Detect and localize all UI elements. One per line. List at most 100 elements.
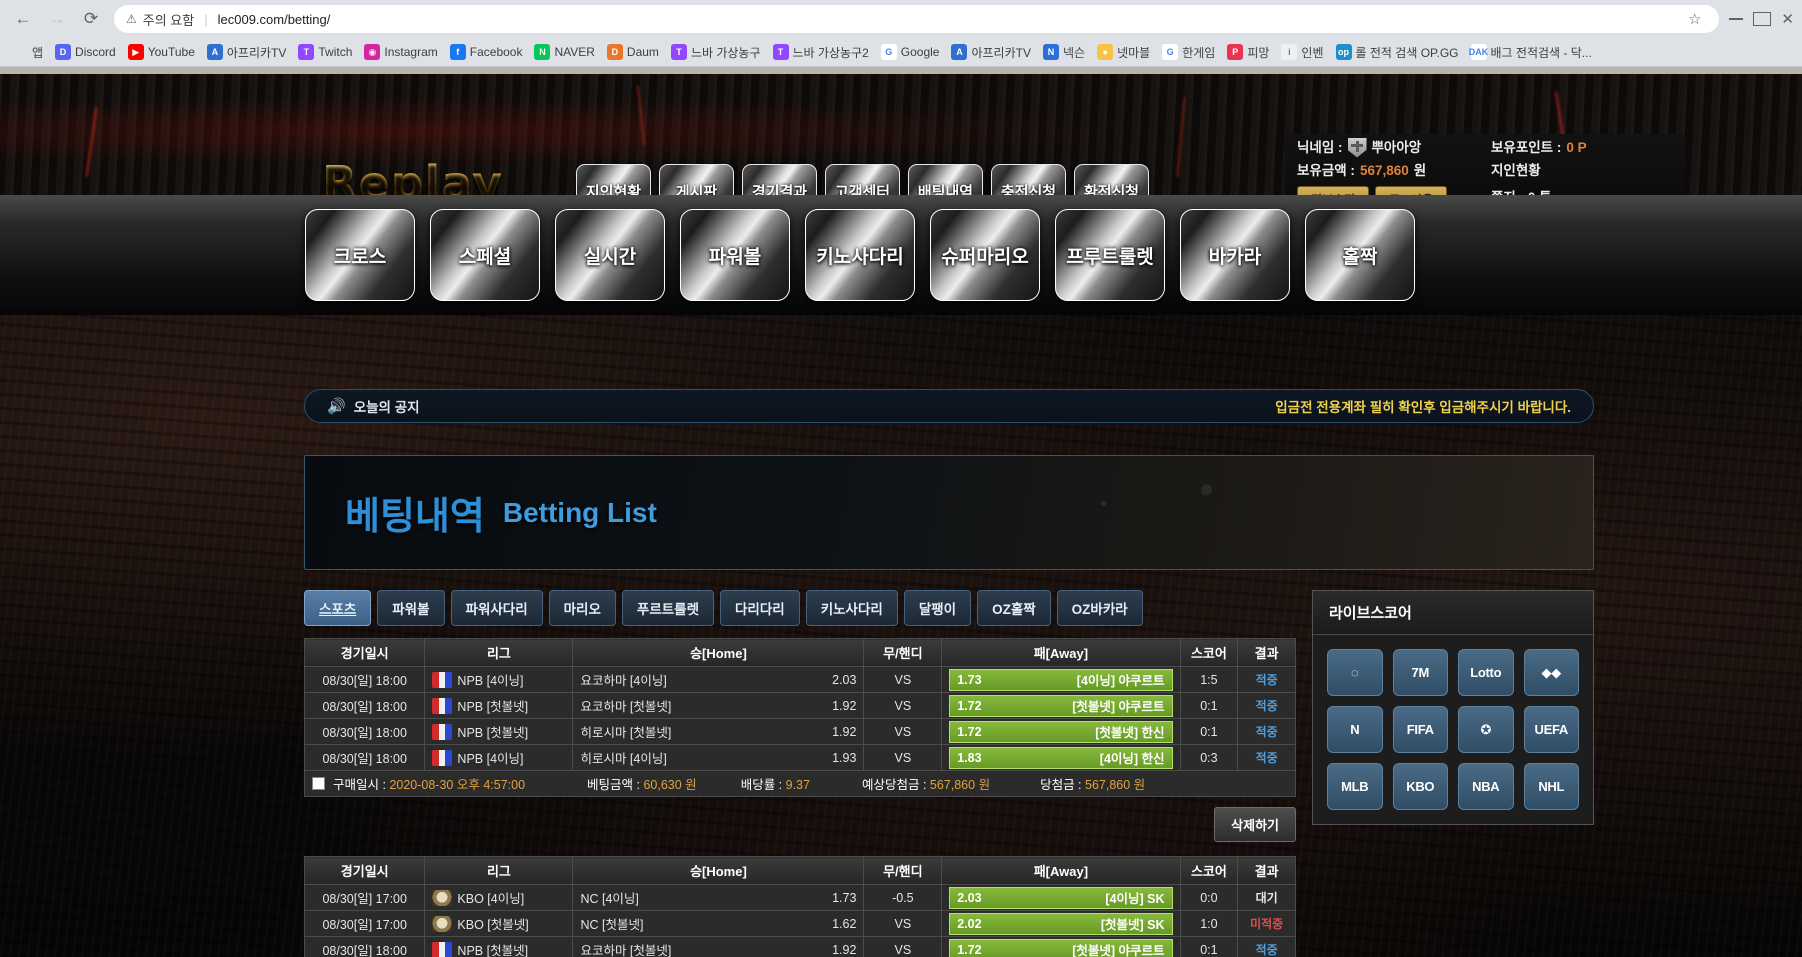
tab-8[interactable]: OZ홀짝 [977, 590, 1051, 626]
address-bar[interactable]: ⚠ 주의 요함 | lec009.com/betting/ ☆ [114, 5, 1720, 33]
cell-away[interactable]: 1.72 [첫볼넷] 한신 [941, 718, 1181, 745]
livescore-panel: 라이브스코어 ◌ 7M Lotto ◆◆ N FIFA ✪ UEFA MLB KBO NBA NHL [1312, 590, 1594, 825]
uefa-icon[interactable]: UEFA [1523, 706, 1579, 753]
bookmark-item[interactable]: N 넥슨 [1037, 40, 1091, 64]
table-row[interactable]: 08/30[일] 18:00 NPB [4이닝] 히로시마 [4이닝] 1.93 VS 1… [303, 744, 1296, 771]
tab-3[interactable]: 마리오 [548, 590, 616, 626]
bookmark-item[interactable]: 앱 [6, 40, 49, 64]
cell-home[interactable]: NC [4이닝] 1.73 [572, 884, 865, 911]
away-selection[interactable]: 1.73 [4이닝] 야쿠르트 [949, 668, 1173, 691]
game-menu-item-0[interactable]: 크로스 [305, 209, 415, 301]
mlb-icon[interactable]: MLB [1327, 763, 1383, 810]
cell-home[interactable]: 요코하마 [첫볼넷] 1.92 [572, 936, 865, 957]
game-menu-item-6[interactable]: 프루트룰렛 [1055, 209, 1165, 301]
game-menu-item-3[interactable]: 파워볼 [680, 209, 790, 301]
table-row[interactable]: 08/30[일] 18:00 NPB [첫볼넷] 히로시마 [첫볼넷] 1.92 VS 1… [303, 718, 1296, 745]
bookmark-label: 아프리카TV [971, 45, 1031, 60]
naver-icon[interactable]: N [1327, 706, 1383, 753]
game-menu-item-7[interactable]: 바카라 [1180, 209, 1290, 301]
away-selection[interactable]: 2.02 [첫볼넷] SK [949, 912, 1173, 935]
tab-1[interactable]: 파워볼 [377, 590, 445, 626]
tab-7[interactable]: 달팽이 [903, 590, 972, 626]
home-odds: 1.92 [832, 942, 857, 957]
maximize-icon[interactable] [1753, 12, 1772, 26]
game-menu-item-4[interactable]: 키노사다리 [805, 209, 915, 301]
cell-home[interactable]: 요코하마 [4이닝] 2.03 [572, 666, 865, 693]
cell-away[interactable]: 1.73 [4이닝] 야쿠르트 [941, 666, 1181, 693]
cell-home[interactable]: NC [첫볼넷] 1.62 [572, 910, 865, 937]
bookmark-favicon-icon: G [880, 44, 897, 60]
cell-away[interactable]: 1.72 [첫볼넷] 야쿠르트 [941, 692, 1181, 719]
away-selection[interactable]: 2.03 [4이닝] SK [949, 886, 1173, 909]
7m-icon[interactable]: 7M [1392, 649, 1448, 696]
bookmark-item[interactable]: f Facebook [444, 40, 529, 64]
table-row[interactable]: 08/30[일] 18:00 NPB [4이닝] 요코하마 [4이닝] 2.03 VS 1… [303, 666, 1296, 693]
tab-9[interactable]: OZ바카라 [1056, 590, 1143, 626]
cell-result: 적중 [1237, 666, 1296, 693]
nba-icon[interactable]: NBA [1458, 763, 1514, 810]
game-menu-item-8[interactable]: 홀짝 [1305, 209, 1415, 301]
livescore-icon[interactable]: ◌ [1327, 649, 1383, 696]
diamond-icon[interactable]: ◆◆ [1523, 649, 1579, 696]
table-row[interactable]: 08/30[일] 17:00 KBO [첫볼넷] NC [첫볼넷] 1.62 VS 2.0… [303, 910, 1296, 937]
tab-5[interactable]: 다리다리 [720, 590, 800, 626]
minimize-icon[interactable] [1729, 18, 1744, 20]
cell-away[interactable]: 1.72 [첫볼넷] 야쿠르트 [941, 936, 1181, 957]
cell-home[interactable]: 히로시마 [첫볼넷] 1.92 [572, 718, 865, 745]
notice-bar[interactable]: 🔊 오늘의 공지 입금전 전용계좌 필히 확인후 입금해주시기 바랍니다. [304, 389, 1594, 423]
friends-row[interactable]: 지인현황 [1491, 161, 1673, 181]
cell-away[interactable]: 2.03 [4이닝] SK [941, 884, 1181, 911]
bookmark-item[interactable]: A 아프리카TV [201, 40, 293, 64]
row-select-checkbox[interactable] [312, 777, 325, 790]
nhl-icon[interactable]: NHL [1523, 763, 1579, 810]
cell-away[interactable]: 1.83 [4이닝] 한신 [941, 744, 1181, 771]
table-row[interactable]: 08/30[일] 17:00 KBO [4이닝] NC [4이닝] 1.73 -0.5 2… [303, 884, 1296, 911]
cell-home[interactable]: 히로시마 [4이닝] 1.93 [572, 744, 865, 771]
lotto-icon[interactable]: Lotto [1458, 649, 1514, 696]
fifa-icon[interactable]: FIFA [1392, 706, 1448, 753]
bookmark-item[interactable]: DAK 배그 전적검색 - 닥... [1465, 40, 1598, 64]
away-selection[interactable]: 1.83 [4이닝] 한신 [949, 746, 1173, 769]
close-icon[interactable]: ✕ [1781, 12, 1794, 27]
cell-away[interactable]: 2.02 [첫볼넷] SK [941, 910, 1181, 937]
bookmark-item[interactable]: T 느바 가상농구2 [767, 40, 875, 64]
bookmark-item[interactable]: G Google [875, 40, 946, 64]
away-selection[interactable]: 1.72 [첫볼넷] 야쿠르트 [949, 694, 1173, 717]
tab-0[interactable]: 스포츠 [304, 590, 372, 626]
tab-2[interactable]: 파워사다리 [450, 590, 543, 626]
away-selection[interactable]: 1.72 [첫볼넷] 한신 [949, 720, 1173, 743]
reload-icon[interactable]: ⟳ [76, 4, 106, 34]
bookmark-item[interactable]: D Discord [49, 40, 122, 64]
back-arrow-icon[interactable]: ← [8, 4, 38, 34]
bookmark-item[interactable]: ▶ YouTube [122, 40, 201, 64]
bookmark-item[interactable]: N NAVER [528, 40, 600, 64]
game-menu-item-2[interactable]: 실시간 [555, 209, 665, 301]
bookmark-item[interactable]: G 한게임 [1156, 40, 1221, 64]
bookmark-star-icon[interactable]: ☆ [1688, 10, 1701, 28]
delete-button[interactable]: 삭제하기 [1214, 807, 1296, 842]
tab-4[interactable]: 푸르트룰렛 [621, 590, 715, 626]
game-menu-item-5[interactable]: 슈퍼마리오 [930, 209, 1040, 301]
bookmark-item[interactable]: ◉ Instagram [358, 40, 443, 64]
table-row[interactable]: 08/30[일] 18:00 NPB [첫볼넷] 요코하마 [첫볼넷] 1.92 VS 1… [303, 936, 1296, 957]
bookmark-item[interactable]: D Daum [601, 40, 665, 64]
kbo-icon[interactable]: KBO [1392, 763, 1448, 810]
bookmark-item[interactable]: ● 넷마블 [1091, 40, 1156, 64]
forward-arrow-icon[interactable]: → [42, 4, 72, 34]
bookmark-item[interactable]: T Twitch [292, 40, 358, 64]
tab-6[interactable]: 키노사다리 [805, 590, 898, 626]
table-row[interactable]: 08/30[일] 18:00 NPB [첫볼넷] 요코하마 [첫볼넷] 1.92 VS 1… [303, 692, 1296, 719]
uefa-champions-icon[interactable]: ✪ [1458, 706, 1514, 753]
bookmark-item[interactable]: A 아프리카TV [945, 40, 1037, 64]
bookmark-item[interactable]: op 롤 전적 검색 OP.GG [1330, 40, 1465, 64]
bookmark-item[interactable]: T 느바 가상농구 [665, 40, 767, 64]
bookmark-item[interactable]: P 피망 [1221, 40, 1275, 64]
livescore-icon-label: UEFA [1534, 722, 1569, 737]
game-menu-item-1[interactable]: 스페셜 [430, 209, 540, 301]
cell-handicap: VS [863, 744, 943, 771]
livescore-icon-label: KBO [1406, 779, 1435, 794]
bookmark-item[interactable]: i 인벤 [1275, 40, 1329, 64]
bookmark-favicon-icon: A [951, 44, 968, 60]
away-selection[interactable]: 1.72 [첫볼넷] 야쿠르트 [949, 938, 1173, 957]
cell-home[interactable]: 요코하마 [첫볼넷] 1.92 [572, 692, 865, 719]
